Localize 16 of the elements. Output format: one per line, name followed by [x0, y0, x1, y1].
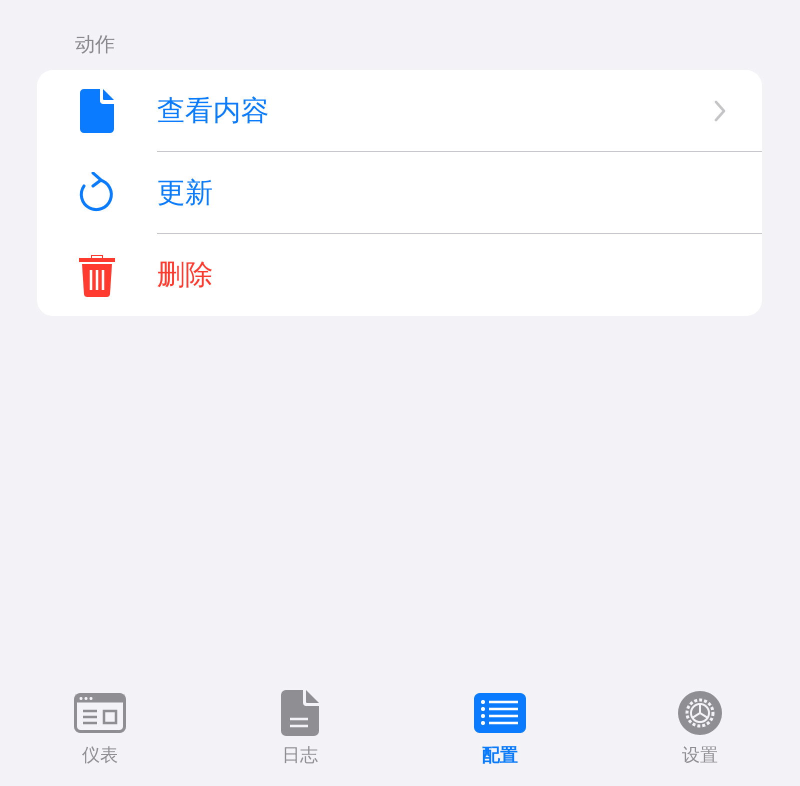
trash-icon: [78, 253, 116, 297]
dashboard-icon: [74, 693, 126, 733]
list-icon: [474, 693, 526, 733]
tab-item[interactable]: 设置: [600, 674, 800, 786]
action-item[interactable]: 删除: [157, 257, 213, 293]
settings-icon: [678, 691, 722, 735]
refresh-icon: [78, 172, 116, 214]
action-item[interactable]: 查看内容: [157, 92, 269, 128]
tab-item[interactable]: 日志: [200, 674, 400, 786]
section-header: 动作: [75, 31, 115, 58]
chevron-icon: [714, 100, 726, 122]
document-icon: [281, 690, 319, 736]
tab-item[interactable]: 仪表: [0, 674, 200, 786]
tab-item[interactable]: 配置: [400, 674, 600, 786]
document-icon: [80, 89, 114, 133]
action-item[interactable]: 更新: [157, 174, 213, 210]
